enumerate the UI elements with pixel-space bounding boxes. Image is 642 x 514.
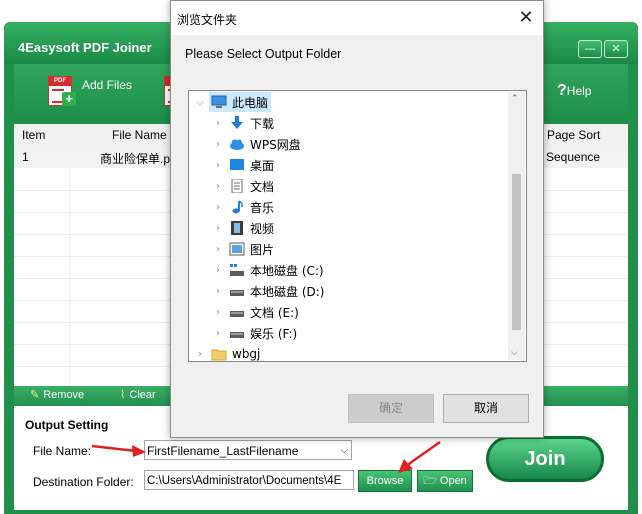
tree-item-this-pc[interactable]: ⌵ 此电脑 [193,92,268,112]
chevron-down-icon: ⌵ [340,445,348,456]
drive-icon [229,284,245,298]
remove-label: Remove [43,388,85,401]
tree-item-label: 本地磁盘 (D:) [250,284,325,299]
tree-item-label: 本地磁盘 (C:) [250,263,324,278]
column-item[interactable]: Item [22,128,45,142]
join-button[interactable]: Join [486,436,604,482]
arrow-annotation-browse [398,440,441,473]
destination-folder-input[interactable]: C:\Users\Administrator\Documents\4E [144,470,354,490]
scroll-down-icon[interactable]: ⌵ [511,348,518,358]
chevron-right-icon: › [216,117,220,129]
tree-item-label: 此电脑 [232,95,269,110]
dialog-title-bar: 浏览文件夹 ✕ [171,1,543,35]
help-button[interactable]: ? Help [557,82,591,100]
output-setting-title: Output Setting [25,418,109,432]
chevron-right-icon: › [216,264,220,276]
tree-item-label: wbgj [232,347,261,361]
tree-item-drive-f[interactable]: › 娱乐 (F:) [211,323,297,343]
chevron-right-icon: › [216,159,220,171]
arrow-annotation-file-name [91,444,146,457]
broom-icon: ⌇ [120,389,126,401]
close-icon: ✕ [518,7,534,28]
column-page-sort[interactable]: Page Sort [547,128,600,142]
folder-tree[interactable]: ⌵ 此电脑 › 下载 › WPS网盘 › 桌面 › 文档 › 音乐 › 视频 ›… [188,90,527,362]
tree-item-label: 下载 [250,116,275,131]
tree-item-label: 桌面 [250,158,275,173]
row-item: 1 [22,150,29,164]
drive-icon [229,326,245,340]
video-icon [229,221,245,235]
file-name-select[interactable]: FirstFilename_LastFilename ⌵ [144,440,352,460]
chevron-right-icon: › [216,285,220,297]
tree-item-downloads[interactable]: › 下载 [211,113,274,133]
tree-item-label: 视频 [250,221,275,236]
scroll-up-icon[interactable]: ⌃ [511,94,519,104]
destination-folder-label: Destination Folder: [33,475,134,489]
scroll-thumb[interactable] [512,174,521,330]
folder-icon [211,347,227,361]
cancel-button[interactable]: 取消 [443,394,529,423]
remove-button[interactable]: ✎ Remove [30,388,85,402]
add-files-button[interactable]: + Add Files [48,76,132,106]
clear-label: Clear [129,388,156,401]
tree-item-label: 音乐 [250,200,275,215]
tree-item-drive-d[interactable]: › 本地磁盘 (D:) [211,281,324,301]
music-icon [229,200,245,214]
tree-item-documents[interactable]: › 文档 [211,176,274,196]
tree-item-drive-e[interactable]: › 文档 (E:) [211,302,299,322]
drive-icon [229,305,245,319]
tree-item-label: 文档 (E:) [250,305,299,320]
clear-button[interactable]: ⌇ Clear [120,388,156,402]
tree-item-label: 文档 [250,179,275,194]
tree-item-desktop[interactable]: › 桌面 [211,155,274,175]
tree-item-music[interactable]: › 音乐 [211,197,274,217]
chevron-right-icon: › [216,306,220,318]
ok-button[interactable]: 确定 [348,394,434,423]
chevron-right-icon: › [216,138,220,150]
chevron-right-icon: › [216,180,220,192]
tree-item-pictures[interactable]: › 图片 [211,239,274,259]
column-file-name[interactable]: File Name [112,128,167,142]
chevron-down-icon: ⌵ [196,96,204,108]
add-files-label: Add Files [82,78,133,92]
chevron-right-icon: › [216,243,220,255]
cloud-icon [229,137,245,151]
row-file-name: 商业险保单.p [100,152,171,166]
tree-item-wbgj[interactable]: › wbgj [193,344,261,361]
add-pdf-icon: + [48,76,76,106]
tree-scrollbar[interactable]: ⌃ ⌵ [508,92,525,360]
document-icon [229,178,245,194]
row-page-sort: Sequence [546,150,601,164]
desktop-icon [229,158,245,172]
dialog-close-button[interactable]: ✕ [509,1,543,35]
remove-icon: ✎ [30,389,40,401]
file-name-value: FirstFilename_LastFilename [147,444,299,458]
help-label: Help [566,84,592,98]
chevron-right-icon: › [216,201,220,213]
chevron-right-icon: › [216,222,220,234]
computer-icon [211,95,227,109]
help-icon: ? [557,82,567,99]
minimize-button[interactable]: — [578,40,602,58]
tree-item-label: 娱乐 (F:) [250,326,298,341]
close-button[interactable]: ✕ [604,40,628,58]
tree-item-label: 图片 [250,242,275,257]
tree-item-wps-drive[interactable]: › WPS网盘 [211,134,301,154]
picture-icon [229,242,245,256]
tree-item-videos[interactable]: › 视频 [211,218,274,238]
chevron-right-icon: › [216,327,220,339]
system-drive-icon [229,263,245,277]
browse-folder-dialog: 浏览文件夹 ✕ Please Select Output Folder ⌵ 此电… [170,0,544,438]
file-name-label: File Name: [33,444,92,458]
chevron-right-icon: › [198,348,202,360]
tree-item-label: WPS网盘 [250,137,301,152]
dialog-prompt: Please Select Output Folder [185,47,342,61]
window-title: 4Easysoft PDF Joiner [18,40,152,55]
dialog-title: 浏览文件夹 [177,13,238,27]
tree-item-drive-c[interactable]: › 本地磁盘 (C:) [211,260,324,280]
download-icon [229,116,245,130]
